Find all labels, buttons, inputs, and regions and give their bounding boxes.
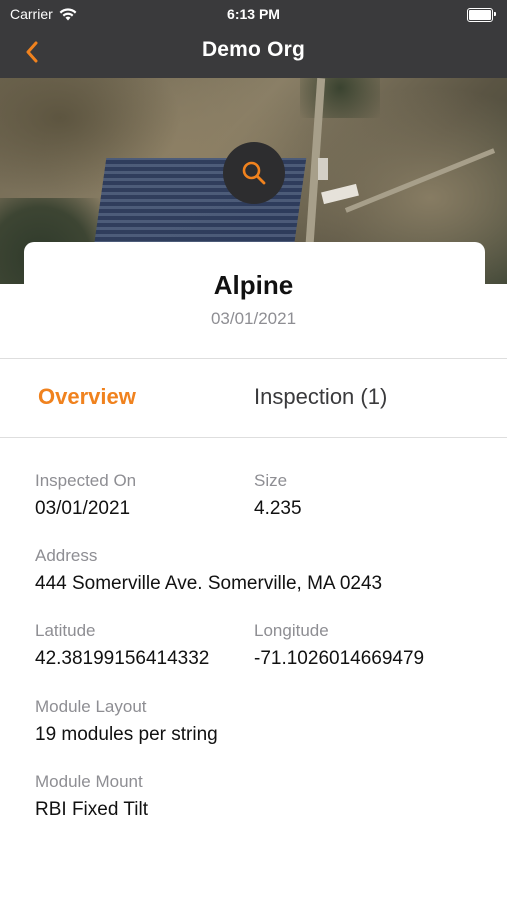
field-value: 19 modules per string [35,724,218,745]
field-label: Inspected On [35,471,137,490]
field-value: RBI Fixed Tilt [35,799,148,820]
field-size: Size 4.235 [254,471,302,521]
battery-icon [467,8,496,22]
field-address: Address 444 Somerville Ave. Somerville, … [35,546,382,596]
field-value: -71.1026014669479 [254,648,425,669]
site-name: Alpine [213,270,294,300]
field-label: Module Layout [35,697,147,716]
field-label: Address [35,546,98,565]
field-label: Module Mount [35,772,143,791]
field-label: Size [254,471,288,490]
field-label: Longitude [254,621,329,640]
field-value: 03/01/2021 [35,498,131,519]
scroll-fade [0,840,507,900]
field-value: 42.38199156414332 [35,648,210,669]
field-module-mount: Module Mount RBI Fixed Tilt [35,772,148,822]
field-value: 4.235 [254,498,302,519]
status-bar: Carrier 6:13 PM [0,0,507,28]
field-longitude: Longitude -71.1026014669479 [254,621,424,671]
field-value: 444 Somerville Ave. Somerville, MA 0243 [35,573,383,594]
field-latitude: Latitude 42.38199156414332 [35,621,209,671]
search-icon [242,161,266,185]
tab-inspection[interactable]: Inspection (1) [254,384,387,410]
status-time: 6:13 PM [227,6,280,22]
tab-overview[interactable]: Overview [38,384,136,410]
field-module-layout: Module Layout 19 modules per string [35,697,218,747]
page-title: Demo Org [201,38,306,61]
field-label: Latitude [35,621,96,640]
divider [0,437,507,438]
map-search-button[interactable] [223,142,285,204]
field-inspected-on: Inspected On 03/01/2021 [35,471,136,521]
divider [0,358,507,359]
navigation-bar: Carrier 6:13 PM Demo Org [0,0,507,78]
site-date: 03/01/2021 [210,309,297,328]
